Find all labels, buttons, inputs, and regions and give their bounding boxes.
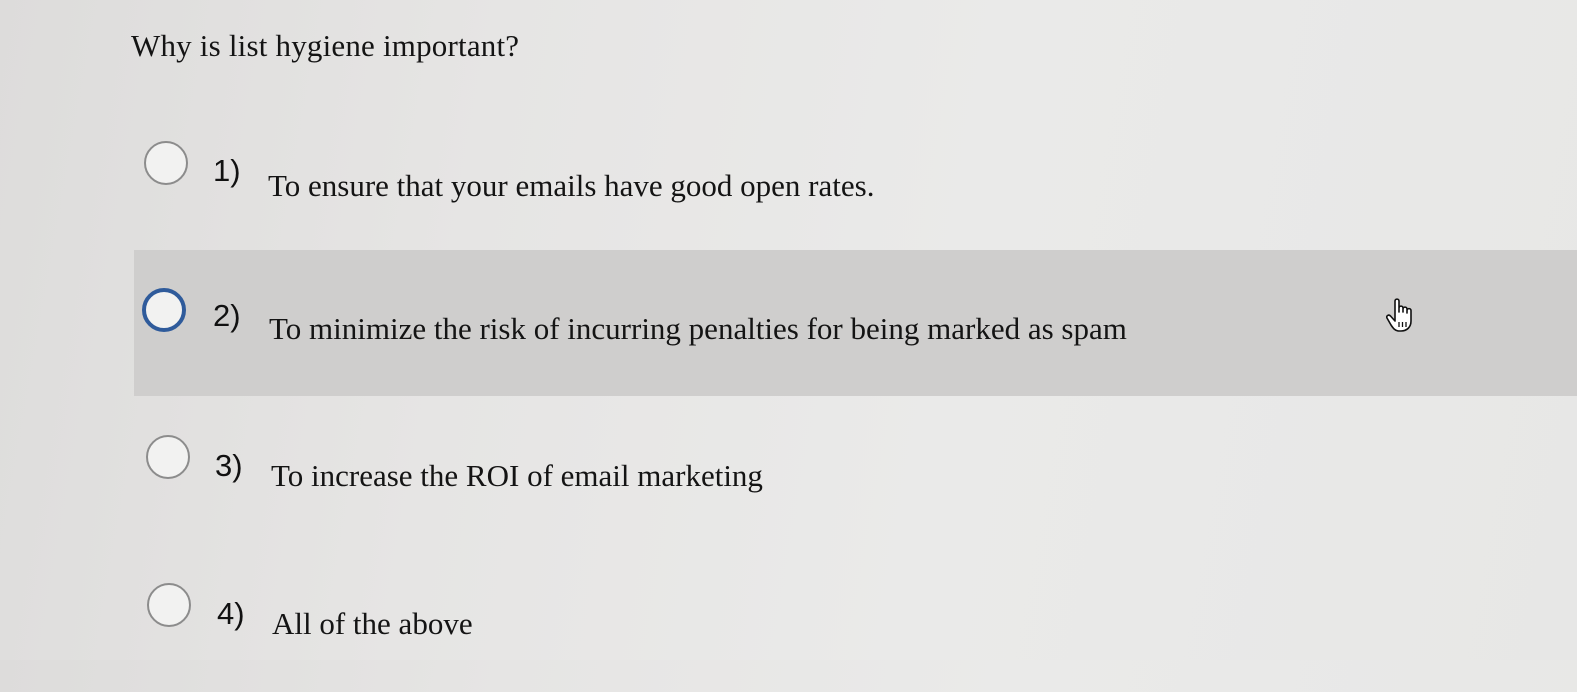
radio-button-1[interactable] xyxy=(144,141,188,185)
option-3-number: 3) xyxy=(215,448,243,483)
radio-button-3[interactable] xyxy=(146,435,190,479)
option-1-number: 1) xyxy=(213,153,241,188)
option-2[interactable]: 2) To minimize the risk of incurring pen… xyxy=(134,250,1577,396)
option-1-label[interactable]: To ensure that your emails have good ope… xyxy=(268,168,874,204)
option-2-label[interactable]: To minimize the risk of incurring penalt… xyxy=(269,311,1127,347)
option-3-label[interactable]: To increase the ROI of email marketing xyxy=(271,458,763,494)
question-text: Why is list hygiene important? xyxy=(131,28,520,63)
option-1[interactable]: 1) To ensure that your emails have good … xyxy=(0,112,1577,258)
option-3[interactable]: 3) To increase the ROI of email marketin… xyxy=(0,400,1577,546)
radio-button-2[interactable] xyxy=(142,288,186,332)
radio-button-4[interactable] xyxy=(147,583,191,627)
option-2-number: 2) xyxy=(213,298,241,333)
option-4-label[interactable]: All of the above xyxy=(272,606,473,642)
hand-pointer-icon xyxy=(1386,298,1412,332)
option-4[interactable]: 4) All of the above xyxy=(0,546,1577,692)
option-4-number: 4) xyxy=(217,596,245,631)
